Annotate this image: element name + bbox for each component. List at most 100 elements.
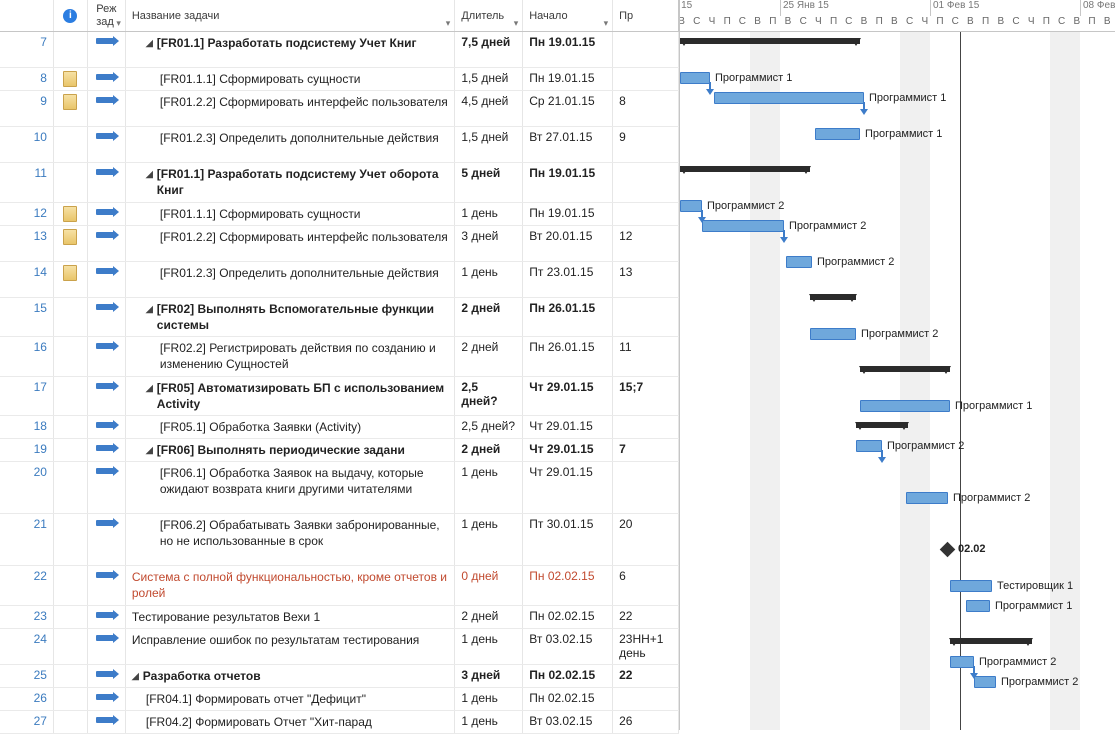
task-bar[interactable]: Программист 1 bbox=[966, 600, 990, 612]
row-number[interactable]: 24 bbox=[0, 629, 54, 664]
pred-cell[interactable]: 13 bbox=[613, 262, 679, 297]
task-row[interactable]: 22Система с полной функциональностью, кр… bbox=[0, 566, 679, 605]
pred-cell[interactable] bbox=[613, 416, 679, 438]
task-bar[interactable]: Программист 1 bbox=[714, 92, 864, 104]
task-bar[interactable]: Программист 2 bbox=[974, 676, 996, 688]
pred-cell[interactable]: 7 bbox=[613, 439, 679, 461]
taskname-cell[interactable]: ◢[FR01.1] Разработать подсистему Учет Кн… bbox=[126, 32, 455, 67]
pred-cell[interactable] bbox=[613, 68, 679, 90]
start-cell[interactable]: Пн 02.02.15 bbox=[523, 606, 613, 628]
pred-cell[interactable] bbox=[613, 32, 679, 67]
summary-bar[interactable] bbox=[856, 422, 908, 428]
start-cell[interactable]: Пн 19.01.15 bbox=[523, 203, 613, 225]
milestone-marker[interactable] bbox=[940, 542, 956, 558]
pred-cell[interactable]: 6 bbox=[613, 566, 679, 604]
taskname-cell[interactable]: Тестирование результатов Вехи 1 bbox=[126, 606, 455, 628]
pred-cell[interactable]: 12 bbox=[613, 226, 679, 261]
task-row[interactable]: 10[FR01.2.3] Определить дополнительные д… bbox=[0, 127, 679, 163]
pred-cell[interactable] bbox=[613, 688, 679, 710]
collapse-icon[interactable]: ◢ bbox=[146, 303, 153, 315]
task-row[interactable]: 8[FR01.1.1] Сформировать сущности1,5 дне… bbox=[0, 68, 679, 91]
pred-cell[interactable]: 11 bbox=[613, 337, 679, 375]
row-number[interactable]: 15 bbox=[0, 298, 54, 336]
summary-bar[interactable] bbox=[860, 366, 950, 372]
task-row[interactable]: 16 [FR02.2] Регистрировать действия по со… bbox=[0, 337, 679, 376]
task-row[interactable]: 20 [FR06.1] Обработка Заявок на выдачу, к… bbox=[0, 462, 679, 514]
row-number[interactable]: 14 bbox=[0, 262, 54, 297]
taskname-cell[interactable]: [FR01.2.3] Определить дополнительные дей… bbox=[126, 127, 455, 162]
task-row[interactable]: 13[FR01.2.2] Сформировать интерфейс поль… bbox=[0, 226, 679, 262]
task-bar[interactable]: Программист 2 bbox=[810, 328, 856, 340]
duration-cell[interactable]: 1 день bbox=[455, 262, 523, 297]
duration-cell[interactable]: 1,5 дней bbox=[455, 68, 523, 90]
row-number[interactable]: 22 bbox=[0, 566, 54, 604]
taskname-cell[interactable]: [FR04.2] Формировать Отчет "Хит-парад bbox=[126, 711, 455, 733]
pred-cell[interactable] bbox=[613, 462, 679, 513]
col-predecessors[interactable]: Пр bbox=[613, 0, 679, 31]
pred-cell[interactable]: 23НН+1 день bbox=[613, 629, 679, 664]
row-number[interactable]: 25 bbox=[0, 665, 54, 687]
row-number[interactable]: 16 bbox=[0, 337, 54, 375]
row-number[interactable]: 19 bbox=[0, 439, 54, 461]
task-grid[interactable]: i Реж зад ▾ Название задачи ▾ Длитель ▾ … bbox=[0, 0, 680, 730]
task-row[interactable]: 17◢[FR05] Автоматизировать БП с использо… bbox=[0, 377, 679, 416]
task-row[interactable]: 18[FR05.1] Обработка Заявки (Activity)2,… bbox=[0, 416, 679, 439]
task-row[interactable]: 25◢Разработка отчетов3 днейПн 02.02.1522 bbox=[0, 665, 679, 688]
start-cell[interactable]: Чт 29.01.15 bbox=[523, 416, 613, 438]
duration-cell[interactable]: 2 дней bbox=[455, 337, 523, 375]
task-bar[interactable]: Программист 1 bbox=[860, 400, 950, 412]
taskname-cell[interactable]: [FR06.2] Обрабатывать Заявки забронирова… bbox=[126, 514, 455, 565]
collapse-icon[interactable]: ◢ bbox=[146, 382, 153, 394]
duration-cell[interactable]: 2 дней bbox=[455, 606, 523, 628]
duration-cell[interactable]: 3 дней bbox=[455, 665, 523, 687]
pred-cell[interactable] bbox=[613, 163, 679, 201]
task-row[interactable]: 9[FR01.2.2] Сформировать интерфейс польз… bbox=[0, 91, 679, 127]
task-row[interactable]: 26[FR04.1] Формировать отчет "Дефицит"1 … bbox=[0, 688, 679, 711]
taskname-cell[interactable]: [FR01.1.1] Сформировать сущности bbox=[126, 203, 455, 225]
taskname-cell[interactable]: [FR06.1] Обработка Заявок на выдачу, кот… bbox=[126, 462, 455, 513]
start-cell[interactable]: Пн 02.02.15 bbox=[523, 688, 613, 710]
pred-cell[interactable]: 8 bbox=[613, 91, 679, 126]
taskname-cell[interactable]: [FR01.2.3] Определить дополнительные дей… bbox=[126, 262, 455, 297]
collapse-icon[interactable]: ◢ bbox=[132, 670, 139, 682]
task-row[interactable]: 7◢[FR01.1] Разработать подсистему Учет К… bbox=[0, 32, 679, 68]
taskname-cell[interactable]: Исправление ошибок по результатам тестир… bbox=[126, 629, 455, 664]
duration-cell[interactable]: 1 день bbox=[455, 203, 523, 225]
task-bar[interactable]: Программист 2 bbox=[786, 256, 812, 268]
taskname-cell[interactable]: [FR01.2.2] Сформировать интерфейс пользо… bbox=[126, 226, 455, 261]
task-bar[interactable]: Программист 2 bbox=[680, 200, 702, 212]
taskname-cell[interactable]: ◢[FR02] Выполнять Вспомогательные функци… bbox=[126, 298, 455, 336]
summary-bar[interactable] bbox=[680, 166, 810, 172]
task-bar[interactable]: Программист 2 bbox=[950, 656, 974, 668]
task-row[interactable]: 23Тестирование результатов Вехи 12 днейП… bbox=[0, 606, 679, 629]
duration-cell[interactable]: 2,5 дней? bbox=[455, 416, 523, 438]
pred-cell[interactable] bbox=[613, 298, 679, 336]
start-cell[interactable]: Пн 02.02.15 bbox=[523, 566, 613, 604]
duration-cell[interactable]: 3 дней bbox=[455, 226, 523, 261]
row-number[interactable]: 20 bbox=[0, 462, 54, 513]
start-cell[interactable]: Чт 29.01.15 bbox=[523, 462, 613, 513]
start-cell[interactable]: Вт 20.01.15 bbox=[523, 226, 613, 261]
col-start[interactable]: Начало ▾ bbox=[523, 0, 613, 31]
taskname-cell[interactable]: [FR01.2.2] Сформировать интерфейс пользо… bbox=[126, 91, 455, 126]
duration-cell[interactable]: 2,5 дней? bbox=[455, 377, 523, 415]
row-number[interactable]: 17 bbox=[0, 377, 54, 415]
start-cell[interactable]: Пн 02.02.15 bbox=[523, 665, 613, 687]
taskname-cell[interactable]: [FR02.2] Регистрировать действия по созд… bbox=[126, 337, 455, 375]
start-cell[interactable]: Пт 30.01.15 bbox=[523, 514, 613, 565]
taskname-cell[interactable]: [FR01.1.1] Сформировать сущности bbox=[126, 68, 455, 90]
task-bar[interactable]: Программист 2 bbox=[856, 440, 882, 452]
taskname-cell[interactable]: ◢[FR01.1] Разработать подсистему Учет об… bbox=[126, 163, 455, 201]
col-info[interactable]: i bbox=[54, 0, 88, 31]
gantt-chart[interactable]: в 1525 Янв 1501 Фев 1508 Фев 15ВСЧПСВПВС… bbox=[680, 0, 1115, 730]
pred-cell[interactable] bbox=[613, 203, 679, 225]
taskname-cell[interactable]: ◢[FR06] Выполнять периодические задани bbox=[126, 439, 455, 461]
col-rownum[interactable] bbox=[0, 0, 54, 31]
pred-cell[interactable]: 26 bbox=[613, 711, 679, 733]
start-cell[interactable]: Чт 29.01.15 bbox=[523, 439, 613, 461]
row-number[interactable]: 21 bbox=[0, 514, 54, 565]
summary-bar[interactable] bbox=[950, 638, 1032, 644]
row-number[interactable]: 11 bbox=[0, 163, 54, 201]
start-cell[interactable]: Вт 03.02.15 bbox=[523, 711, 613, 733]
taskname-cell[interactable]: [FR05.1] Обработка Заявки (Activity) bbox=[126, 416, 455, 438]
